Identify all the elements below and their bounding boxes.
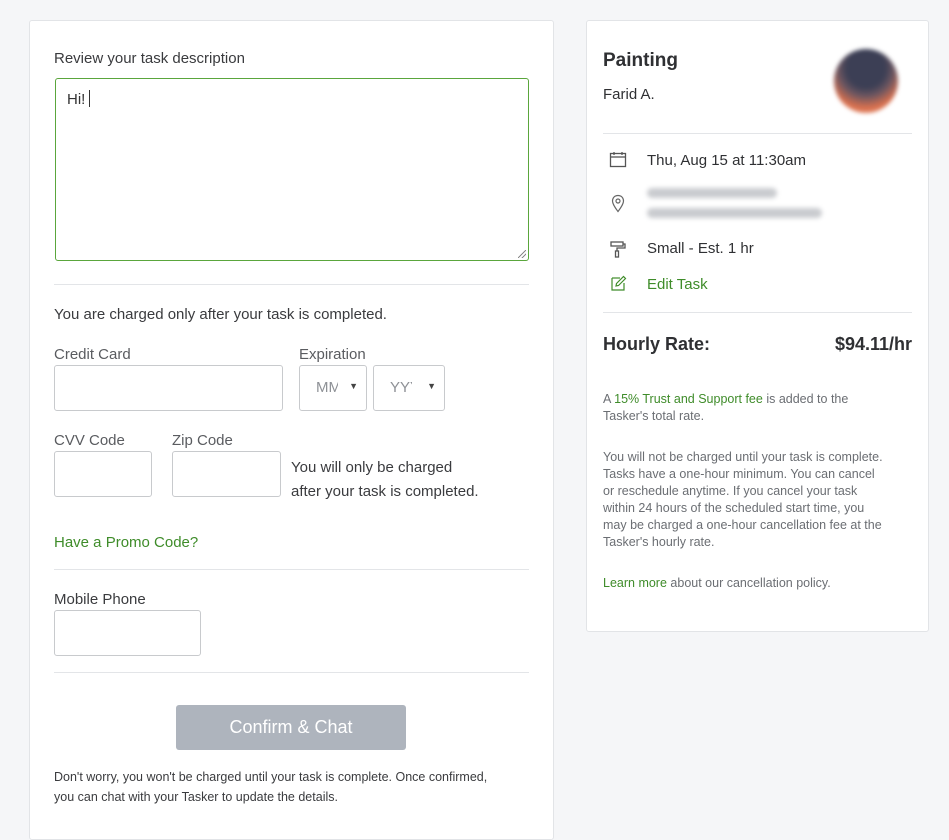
hourly-rate-value: $94.11/hr — [834, 334, 912, 354]
promo-code-link[interactable]: Have a Promo Code? — [54, 534, 198, 551]
calendar-icon — [609, 151, 629, 171]
description-label: Review your task description — [54, 50, 245, 67]
location-pin-icon — [609, 194, 629, 214]
expiration-label: Expiration — [299, 346, 366, 363]
credit-card-input[interactable] — [54, 365, 283, 411]
tasker-name: Farid A. — [603, 86, 655, 103]
mobile-phone-label: Mobile Phone — [54, 591, 146, 608]
fee-note: A 15% Trust and Support fee is added to … — [603, 391, 915, 425]
policy-line: You will not be charged until your task … — [603, 450, 883, 464]
policy-line: within 24 hours of the scheduled start t… — [603, 501, 865, 515]
task-summary-card: Painting Farid A. Thu, Aug 15 at 11:30am… — [586, 20, 929, 632]
fee-note-suffix: is added to the — [762, 392, 849, 406]
tasker-avatar — [834, 49, 898, 113]
resize-handle-icon[interactable] — [518, 250, 526, 258]
learn-more-note: Learn more about our cancellation policy… — [603, 575, 831, 592]
expiration-month-select[interactable]: MM ▼ — [299, 365, 367, 411]
pencil-icon[interactable] — [609, 275, 629, 295]
divider — [54, 569, 529, 570]
cvv-input[interactable] — [54, 451, 152, 497]
divider — [603, 133, 912, 134]
mobile-phone-input[interactable] — [54, 610, 201, 656]
cancellation-policy-text: You will not be charged until your task … — [603, 449, 918, 551]
task-date: Thu, Aug 15 at 11:30am — [647, 152, 807, 169]
footer-note-line1: Don't worry, you won't be charged until … — [54, 770, 488, 784]
expiration-year-value: YYYY — [390, 379, 412, 396]
confirm-chat-button[interactable]: Confirm & Chat — [176, 705, 406, 750]
learn-more-link[interactable]: Learn more — [603, 576, 667, 590]
paint-roller-icon — [609, 240, 629, 260]
footer-note: Don't worry, you won't be charged until … — [54, 767, 487, 807]
chevron-down-icon: ▼ — [427, 381, 436, 391]
cvv-label: CVV Code — [54, 432, 125, 449]
zip-input[interactable] — [172, 451, 281, 497]
charge-side-note-line2: after your task is completed. — [291, 483, 479, 500]
expiration-year-select[interactable]: YYYY ▼ — [373, 365, 445, 411]
task-address-blurred — [647, 188, 827, 228]
footer-note-line2: you can chat with your Tasker to update … — [54, 790, 338, 804]
charge-side-note: You will only be charged after your task… — [291, 456, 479, 504]
expiration-month-value: MM — [316, 379, 338, 396]
fee-note-line2: Tasker's total rate. — [603, 409, 705, 423]
divider — [603, 312, 912, 313]
payment-form-card: Review your task description Hi! You are… — [29, 20, 554, 840]
divider — [54, 672, 529, 673]
charge-side-note-line1: You will only be charged — [291, 459, 453, 476]
policy-line: or reschedule anytime. If you cancel you… — [603, 484, 858, 498]
task-size: Small - Est. 1 hr — [647, 240, 754, 257]
edit-task-link[interactable]: Edit Task — [647, 276, 708, 293]
policy-line: may be charged a one-hour cancellation f… — [603, 518, 882, 532]
charge-note: You are charged only after your task is … — [54, 306, 387, 323]
policy-line: Tasks have a one-hour minimum. You can c… — [603, 467, 875, 481]
task-title: Painting — [603, 50, 678, 71]
hourly-rate-label: Hourly Rate: — [603, 334, 711, 354]
policy-line: Tasker's hourly rate. — [603, 535, 715, 549]
chevron-down-icon: ▼ — [349, 381, 358, 391]
task-description-textarea[interactable]: Hi! — [55, 78, 529, 261]
learn-more-suffix: about our cancellation policy. — [666, 576, 831, 590]
divider — [54, 284, 529, 285]
trust-support-fee-link[interactable]: 15% Trust and Support fee — [614, 392, 763, 406]
zip-label: Zip Code — [172, 432, 233, 449]
credit-card-label: Credit Card — [54, 346, 131, 363]
fee-note-prefix: A — [603, 392, 615, 406]
task-description-value: Hi! — [67, 91, 86, 108]
